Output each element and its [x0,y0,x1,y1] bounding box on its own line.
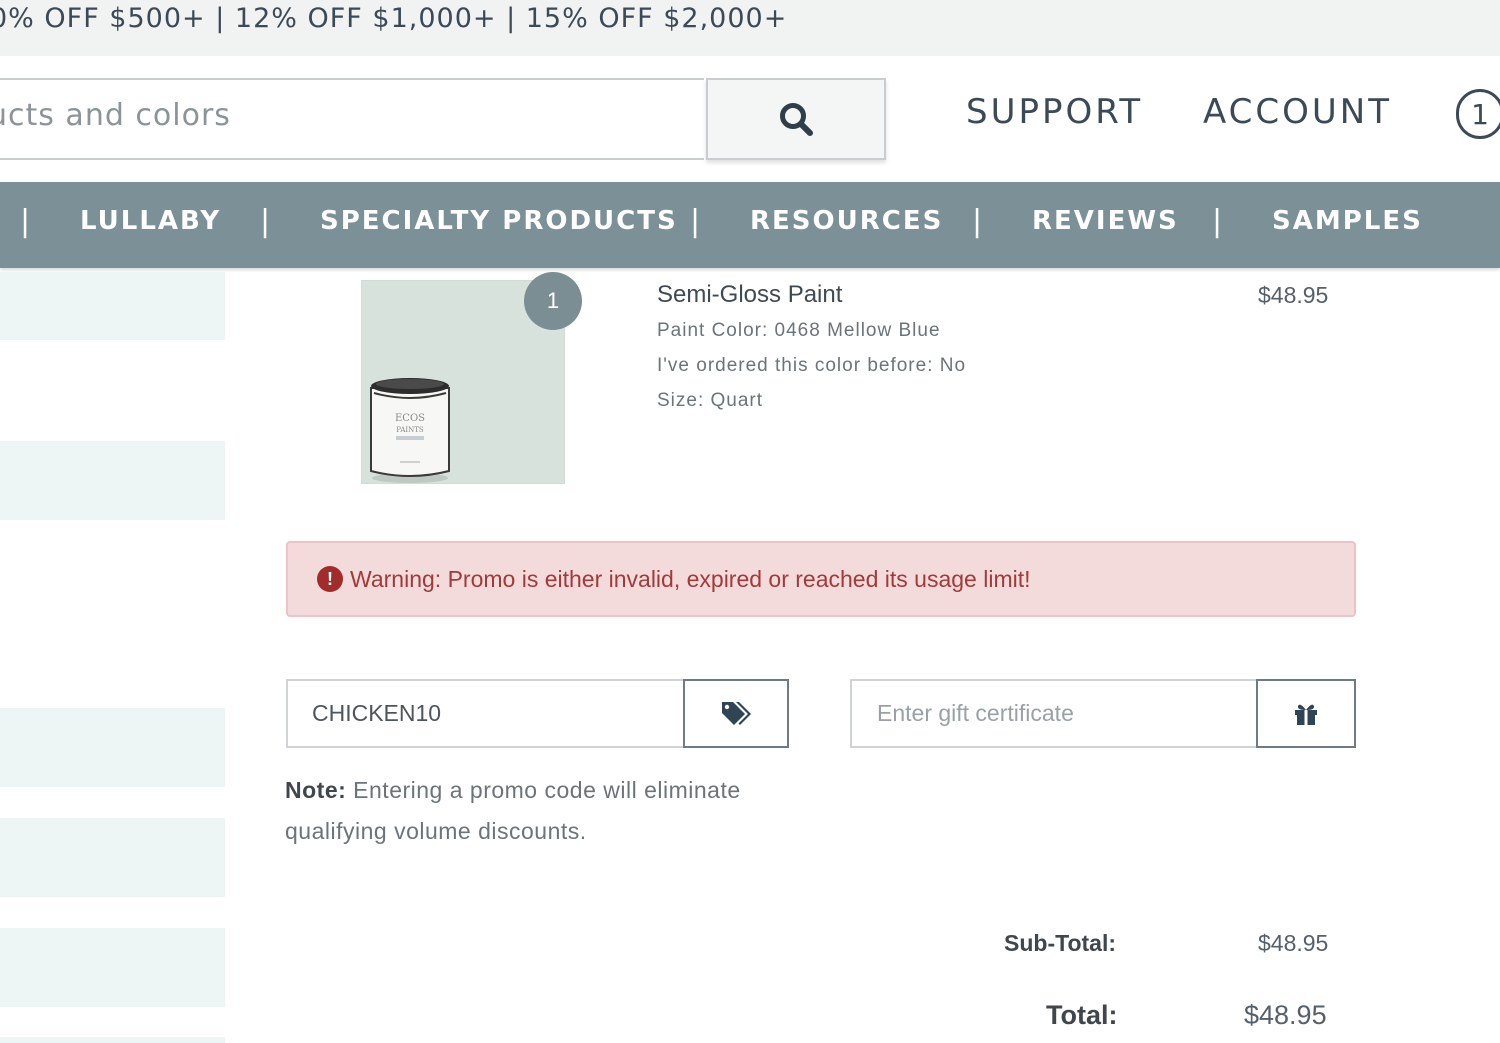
sidebar-block [0,928,225,1007]
category-nav: | LULLABY | SPECIALTY PRODUCTS | RESOURC… [0,182,1500,268]
product-price: $48.95 [1258,282,1329,308]
nav-separator: | [972,204,983,239]
total-value: $48.95 [1244,1000,1327,1030]
sidebar-block [0,1037,225,1043]
sidebar-block [0,441,225,520]
cart-count-badge[interactable]: 1 [1456,89,1500,139]
sidebar-block [0,818,225,897]
promo-warning-alert: ! Warning: Promo is either invalid, expi… [286,541,1356,617]
promo-note: Note: Entering a promo code will elimina… [285,770,805,852]
quantity-badge: 1 [524,272,582,330]
sidebar-block [0,272,225,340]
site-header: ucts and colors SUPPORT ACCOUNT 1 [0,56,1500,182]
can-brand-subtext: PAINTS [396,426,424,434]
apply-gift-certificate-button[interactable] [1256,679,1356,748]
search-icon [780,103,813,136]
apply-promo-button[interactable] [683,679,789,748]
warning-message: Warning: Promo is either invalid, expire… [350,566,1031,592]
total-label: Total: [1046,1000,1118,1030]
search-button[interactable] [706,78,886,160]
sidebar-block [0,708,225,787]
search-input[interactable]: ucts and colors [0,78,704,160]
gift-certificate-input[interactable] [850,679,1257,748]
note-label: Note: [285,777,347,803]
category-item-samples[interactable]: SAMPLES [1272,206,1423,236]
can-brand-text: ECOS [395,413,425,424]
category-item-specialty-products[interactable]: SPECIALTY PRODUCTS [320,206,678,236]
category-item-lullaby[interactable]: LULLABY [80,206,221,236]
promo-banner: 0% OFF $500+ | 12% OFF $1,000+ | 15% OFF… [0,0,1500,56]
promo-code-input[interactable] [286,679,684,748]
nav-separator: | [260,204,271,239]
category-item-resources[interactable]: RESOURCES [750,206,943,236]
product-color-detail: Paint Color: 0468 Mellow Blue [657,320,941,341]
exclamation-circle-icon: ! [317,566,343,592]
nav-separator: | [1212,204,1223,239]
subtotal-label: Sub-Total: [1004,930,1116,956]
subtotal-value: $48.95 [1258,930,1329,956]
nav-account-link[interactable]: ACCOUNT [1203,92,1392,132]
promo-banner-text: 0% OFF $500+ | 12% OFF $1,000+ | 15% OFF… [0,3,788,34]
product-reorder-detail: I've ordered this color before: No [657,355,967,376]
note-text: Entering a promo code will eliminate qua… [285,777,741,844]
product-size-detail: Size: Quart [657,390,764,411]
product-name[interactable]: Semi-Gloss Paint [657,281,842,309]
gift-icon [1295,704,1317,725]
nav-separator: | [690,204,701,239]
nav-separator: | [20,204,31,239]
search-placeholder: ucts and colors [0,98,231,133]
tags-icon [722,701,751,725]
nav-support-link[interactable]: SUPPORT [966,92,1143,132]
category-item-reviews[interactable]: REVIEWS [1032,206,1179,236]
